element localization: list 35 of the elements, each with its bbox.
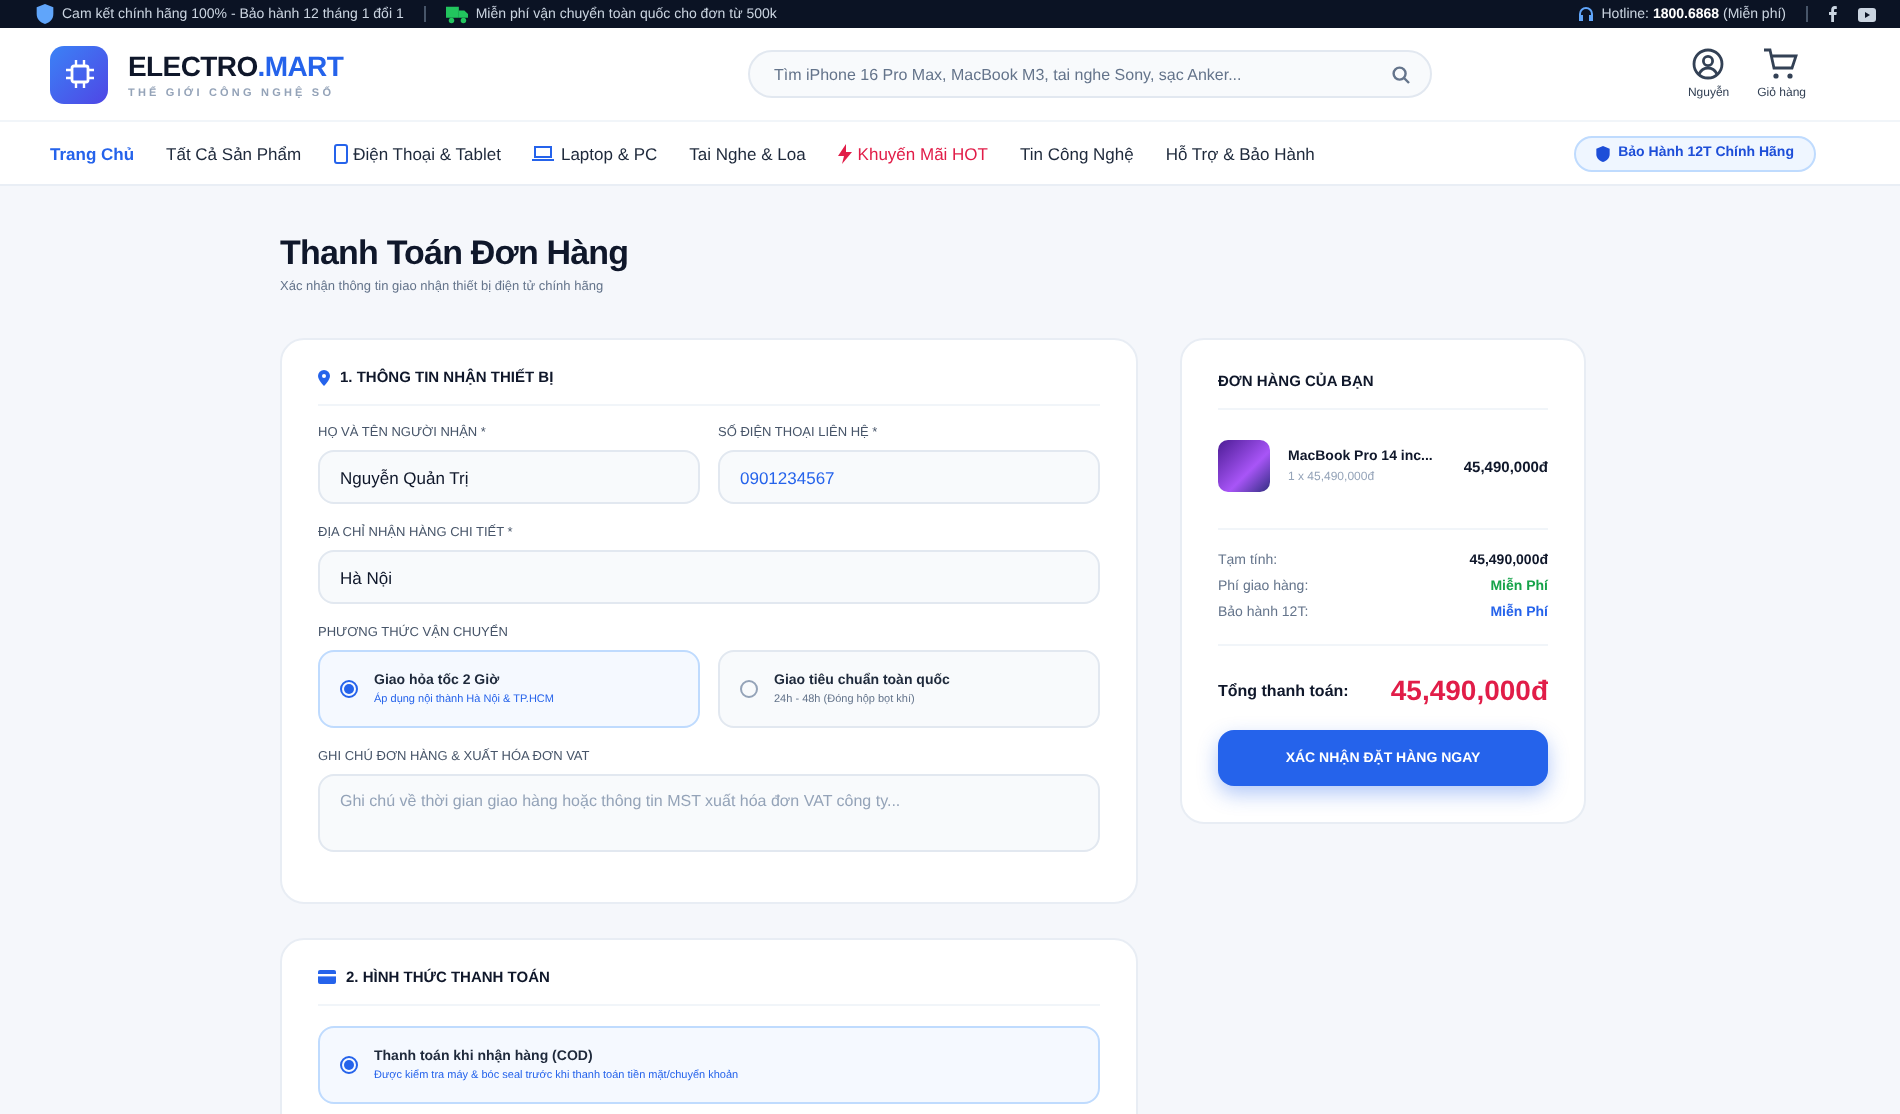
nav-link[interactable]: Tất Cả Sản Phẩm [166, 143, 302, 163]
name-field[interactable]: Nguyễn Quản Trị [318, 450, 700, 504]
nav-link[interactable]: Trang Chủ [50, 143, 135, 163]
total-amount: 45,490,000đ [1390, 674, 1548, 706]
nav-link[interactable]: Hỗ Trợ & Bảo Hành [1165, 143, 1315, 163]
search-icon[interactable] [1392, 65, 1410, 83]
location-pin-icon [318, 369, 330, 385]
nav-link[interactable]: Laptop & PC [532, 143, 658, 163]
total-label: Tổng thanh toán: [1218, 681, 1349, 699]
brand-name[interactable]: ELECTRO.MART [128, 49, 728, 81]
video-icon[interactable] [1858, 7, 1876, 21]
radio-button[interactable] [340, 680, 358, 698]
photo-placeholder [1218, 440, 1270, 492]
nav-link[interactable]: Khuyến Mãi HOT [837, 143, 988, 163]
nav-link[interactable]: Tin Công Nghệ [1020, 143, 1134, 163]
chip-logo-icon [50, 45, 108, 103]
phone-field[interactable]: 0901234567 [718, 450, 1100, 504]
facebook-icon[interactable] [1828, 6, 1838, 22]
shield-icon [36, 4, 54, 24]
nav-link[interactable]: Tai Nghe & Loa [689, 143, 806, 163]
headset-icon [1577, 6, 1594, 22]
address-field[interactable]: Hà Nội [318, 550, 1100, 604]
user-icon [1692, 48, 1725, 80]
lightning-icon [837, 143, 852, 163]
phone-icon [333, 143, 348, 163]
cart-icon [1764, 48, 1799, 80]
radio-button[interactable] [740, 680, 758, 698]
laptop-icon [532, 145, 555, 161]
search-field[interactable]: Tìm iPhone 16 Pro Max, MacBook M3, tai nghe Sony, sạc Anker... [748, 50, 1432, 98]
note-field[interactable]: Ghi chú về thời gian giao hàng hoặc thông tin MST xuất hóa đơn VAT công ty... [318, 774, 1100, 852]
nav-link[interactable]: Điện Thoại & Tablet [333, 143, 501, 163]
radio-button[interactable] [340, 1056, 358, 1074]
truck-icon [445, 5, 468, 23]
credit-card-icon [318, 970, 336, 984]
page-title: Thanh Toán Đơn Hàng [280, 234, 631, 274]
